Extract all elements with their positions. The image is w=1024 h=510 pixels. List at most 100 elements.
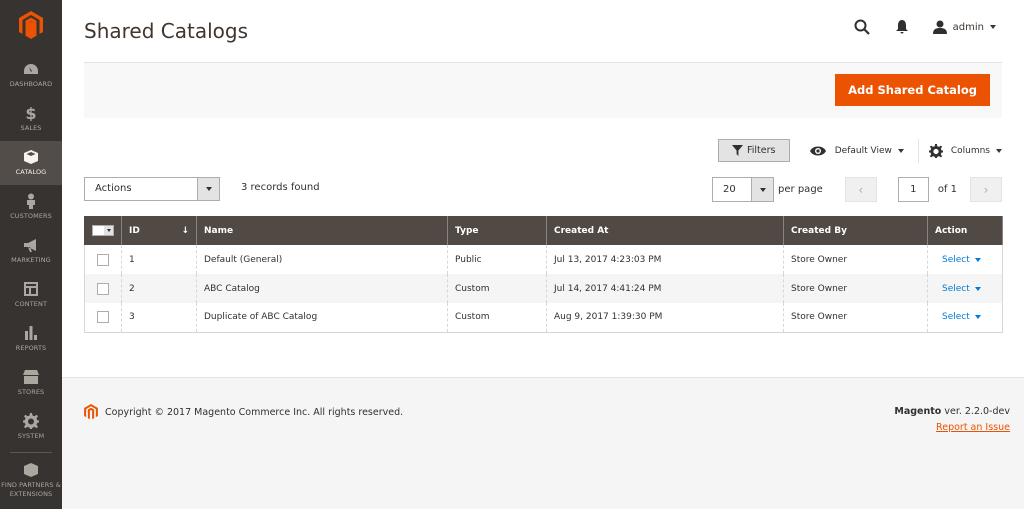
add-shared-catalog-button[interactable]: Add Shared Catalog xyxy=(835,74,990,106)
sidebar-item-dashboard[interactable]: DASHBOARD xyxy=(0,53,62,97)
cell-id: 2 xyxy=(122,274,197,303)
table-row: 2 ABC Catalog Custom Jul 14, 2017 4:41:2… xyxy=(85,274,1003,303)
box-icon xyxy=(23,149,39,165)
sidebar-item-catalog[interactable]: CATALOG xyxy=(0,141,62,185)
magento-logo-icon xyxy=(84,404,98,420)
cell-id: 1 xyxy=(122,245,197,274)
svg-text:$: $ xyxy=(25,105,36,121)
admin-sidebar: DASHBOARD $ SALES CATALOG CUSTOMERS MARK… xyxy=(0,0,62,509)
cell-created-by: Store Owner xyxy=(784,303,928,332)
row-action-select[interactable]: Select xyxy=(942,255,981,265)
chevron-down-icon xyxy=(990,25,996,29)
version-text: ver. 2.2.0-dev xyxy=(941,406,1010,417)
extensions-icon xyxy=(23,462,39,478)
copyright-text: Copyright © 2017 Magento Commerce Inc. A… xyxy=(105,407,403,418)
pagination: 20 per page ‹ of 1 › xyxy=(712,177,1002,202)
sidebar-item-label: CATALOG xyxy=(16,168,47,177)
dashboard-icon xyxy=(23,61,39,77)
cell-type: Custom xyxy=(448,274,547,303)
page-actions-bar: Add Shared Catalog xyxy=(84,62,1002,118)
report-issue-link[interactable]: Report an Issue xyxy=(936,422,1010,433)
sidebar-item-reports[interactable]: REPORTS xyxy=(0,317,62,361)
cell-created-at: Jul 14, 2017 4:41:24 PM xyxy=(547,274,784,303)
user-name: admin xyxy=(953,22,984,33)
filter-icon xyxy=(732,145,743,156)
next-page-button[interactable]: › xyxy=(970,177,1002,202)
sidebar-item-marketing[interactable]: MARKETING xyxy=(0,229,62,273)
mass-select-dropdown[interactable] xyxy=(92,225,114,236)
sidebar-item-system[interactable]: SYSTEM xyxy=(0,405,62,449)
store-icon xyxy=(23,369,39,385)
cell-type: Custom xyxy=(448,303,547,332)
filters-label: Filters xyxy=(747,145,775,156)
cell-created-by: Store Owner xyxy=(784,274,928,303)
column-header-created-at[interactable]: Created At xyxy=(547,216,784,245)
mass-actions-select[interactable]: Actions xyxy=(84,177,220,201)
chevron-down-icon xyxy=(975,258,981,262)
column-header-name[interactable]: Name xyxy=(197,216,448,245)
user-menu[interactable]: admin xyxy=(933,20,996,34)
column-header-action: Action xyxy=(928,216,1003,245)
shared-catalogs-grid: ID↓ Name Type Created At Created By Acti… xyxy=(84,216,1003,333)
gear-icon xyxy=(929,144,943,158)
column-header-type[interactable]: Type xyxy=(448,216,547,245)
sidebar-item-label: REPORTS xyxy=(16,344,47,353)
records-found: 3 records found xyxy=(241,182,320,193)
current-page-input[interactable] xyxy=(898,177,929,202)
chevron-down-icon xyxy=(975,315,981,319)
table-row: 1 Default (General) Public Jul 13, 2017 … xyxy=(85,245,1003,274)
magento-logo[interactable] xyxy=(0,0,62,50)
row-action-select[interactable]: Select xyxy=(942,284,981,294)
page-title: Shared Catalogs xyxy=(84,19,248,43)
sidebar-item-sales[interactable]: $ SALES xyxy=(0,97,62,141)
footer-copyright: Copyright © 2017 Magento Commerce Inc. A… xyxy=(84,404,403,420)
table-row: 3 Duplicate of ABC Catalog Custom Aug 9,… xyxy=(85,303,1003,332)
cell-created-by: Store Owner xyxy=(784,245,928,274)
sidebar-item-customers[interactable]: CUSTOMERS xyxy=(0,185,62,229)
sidebar-item-label: MARKETING xyxy=(11,256,51,265)
column-header-id[interactable]: ID↓ xyxy=(122,216,197,245)
row-checkbox[interactable] xyxy=(97,283,109,295)
sidebar-item-stores[interactable]: STORES xyxy=(0,361,62,405)
bell-icon[interactable] xyxy=(893,18,911,36)
eye-icon xyxy=(810,145,826,157)
columns-dropdown[interactable]: Columns xyxy=(929,144,1002,158)
filters-button[interactable]: Filters xyxy=(718,139,790,162)
sidebar-item-content[interactable]: CONTENT xyxy=(0,273,62,317)
sidebar-item-label: SYSTEM xyxy=(18,432,45,441)
footer-version: Magento ver. 2.2.0-dev xyxy=(894,406,1010,417)
brand-name: Magento xyxy=(894,406,941,417)
default-view-dropdown[interactable]: Default View xyxy=(810,145,918,157)
page-footer: Copyright © 2017 Magento Commerce Inc. A… xyxy=(62,377,1024,509)
columns-label: Columns xyxy=(951,146,990,156)
user-icon xyxy=(933,20,947,34)
sidebar-item-find-partners[interactable]: FIND PARTNERS & EXTENSIONS xyxy=(0,454,62,510)
per-page-value: 20 xyxy=(713,178,751,201)
per-page-select[interactable]: 20 xyxy=(712,177,774,202)
sidebar-item-label: STORES xyxy=(18,388,45,397)
megaphone-icon xyxy=(23,237,39,253)
search-icon[interactable] xyxy=(853,18,871,36)
cell-created-at: Aug 9, 2017 1:39:30 PM xyxy=(547,303,784,332)
grid-header-row: ID↓ Name Type Created At Created By Acti… xyxy=(85,216,1003,245)
row-action-select[interactable]: Select xyxy=(942,312,981,322)
previous-page-button[interactable]: ‹ xyxy=(845,177,877,202)
cell-name: ABC Catalog xyxy=(197,274,448,303)
row-checkbox[interactable] xyxy=(97,311,109,323)
layout-icon xyxy=(23,281,39,297)
dollar-icon: $ xyxy=(23,105,39,121)
column-label: ID xyxy=(129,226,140,236)
chevron-down-icon xyxy=(898,149,904,153)
column-header-created-by[interactable]: Created By xyxy=(784,216,928,245)
sidebar-item-label: CONTENT xyxy=(15,300,47,309)
grid-toolbar: Filters Default View Columns xyxy=(718,139,1002,162)
toolbar-divider xyxy=(918,139,919,163)
per-page-label: per page xyxy=(778,184,823,195)
bar-chart-icon xyxy=(23,325,39,341)
row-checkbox[interactable] xyxy=(97,254,109,266)
cell-name: Duplicate of ABC Catalog xyxy=(197,303,448,332)
select-label: Select xyxy=(942,284,970,294)
cell-created-at: Jul 13, 2017 4:23:03 PM xyxy=(547,245,784,274)
mass-select-header[interactable] xyxy=(85,216,122,245)
view-label: Default View xyxy=(835,146,892,156)
